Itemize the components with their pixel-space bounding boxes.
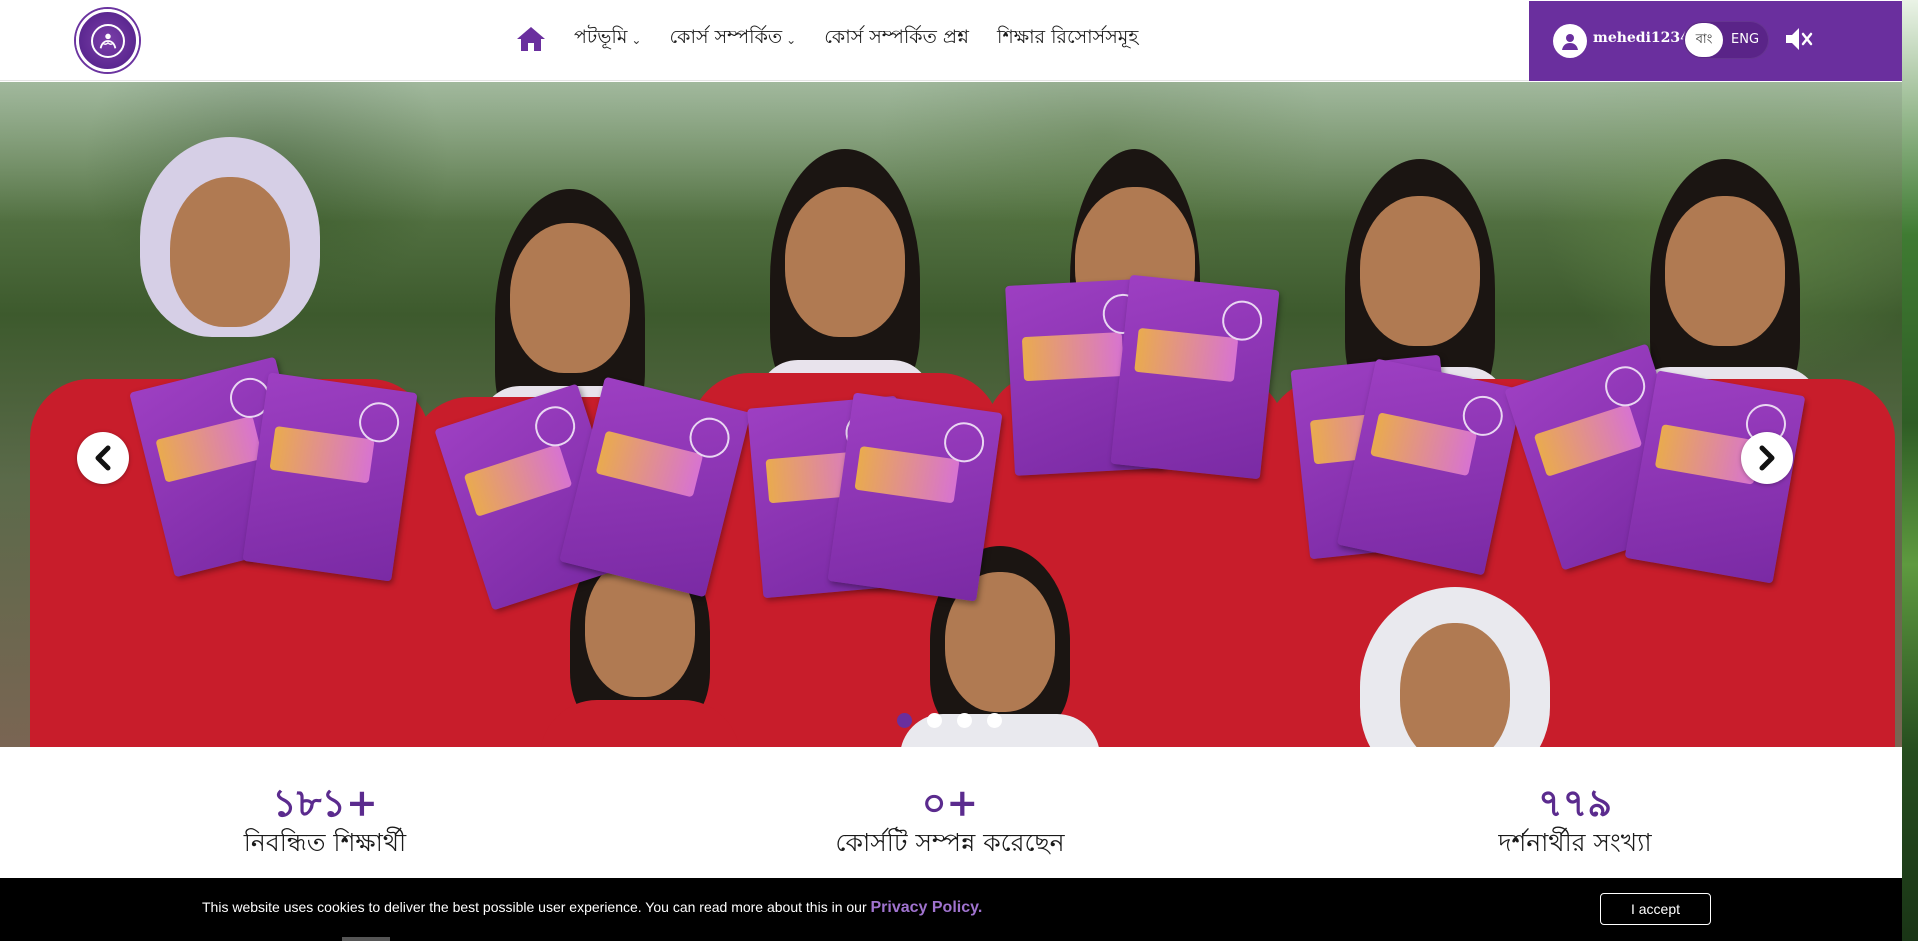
home-icon[interactable] [516, 26, 546, 52]
cookie-consent-bar: This website uses cookies to deliver the… [0, 878, 1902, 941]
nav-item-label: কোর্স সম্পর্কিত প্রশ্ন [824, 26, 970, 48]
privacy-policy-link[interactable]: Privacy Policy. [871, 899, 983, 916]
nav-item-label: পটভূমি [574, 26, 628, 48]
nutrition-badge-icon [90, 23, 125, 58]
nav-item-about-course[interactable]: কোর্স সম্পর্কিত ⌄ [669, 23, 796, 55]
site-logo[interactable] [76, 9, 139, 72]
cookie-text: This website uses cookies to deliver the… [202, 899, 871, 915]
carousel-dot-3[interactable] [957, 713, 972, 728]
carousel-indicators [897, 713, 1002, 728]
carousel-dot-4[interactable] [987, 713, 1002, 728]
user-panel: mehedi1234 বাং ENG [1529, 1, 1902, 81]
main-nav: পটভূমি ⌄ কোর্স সম্পর্কিত ⌄ কোর্স সম্পর্ক… [516, 0, 1138, 78]
nav-item-label: শিক্ষার রিসোর্সসমূহ [997, 26, 1139, 48]
carousel-prev-button[interactable] [77, 432, 129, 484]
stats-section: ১৮১+ নিবন্ধিত শিক্ষার্থী ০+ কোর্সটি সম্প… [0, 747, 1902, 877]
horizontal-scroll-thumb[interactable] [342, 937, 390, 941]
page-edge-background [1902, 0, 1918, 941]
carousel-dot-2[interactable] [927, 713, 942, 728]
nav-item-background[interactable]: পটভূমি ⌄ [574, 23, 641, 55]
stat-number: ৭৭৯ [1537, 780, 1613, 825]
nav-item-learning-resources[interactable]: শিক্ষার রিসোর্সসমূহ [997, 23, 1138, 55]
chevron-right-icon [1759, 445, 1775, 471]
lang-english-option[interactable]: ENG [1731, 21, 1759, 59]
stat-label: দর্শনার্থীর সংখ্যা [1498, 828, 1652, 857]
stat-number: ০+ [921, 780, 979, 825]
carousel-next-button[interactable] [1741, 432, 1793, 484]
cookie-message: This website uses cookies to deliver the… [202, 899, 982, 917]
lang-bangla-option[interactable]: বাং [1685, 23, 1723, 57]
nav-item-label: কোর্স সম্পর্কিত [669, 26, 783, 48]
stat-label: কোর্সটি সম্পন্ন করেছেন [835, 828, 1065, 857]
language-toggle[interactable]: বাং ENG [1683, 21, 1769, 59]
chevron-down-icon: ⌄ [786, 33, 797, 47]
chevron-down-icon: ⌄ [631, 33, 642, 47]
chevron-left-icon [95, 445, 111, 471]
stat-course-completed: ০+ কোর্সটি সম্পন্ন করেছেন [740, 781, 1160, 861]
cookie-accept-button[interactable]: I accept [1600, 893, 1711, 925]
stat-registered-learners: ১৮১+ নিবন্ধিত শিক্ষার্থী [115, 781, 535, 861]
stat-visitor-count: ৭৭৯ দর্শনার্থীর সংখ্যা [1365, 781, 1785, 861]
carousel-dot-1[interactable] [897, 713, 912, 728]
stat-label: নিবন্ধিত শিক্ষার্থী [243, 828, 407, 857]
user-name[interactable]: mehedi1234 [1593, 30, 1690, 46]
nav-item-course-faq[interactable]: কোর্স সম্পর্কিত প্রশ্ন [824, 23, 969, 55]
speaker-mute-icon[interactable] [1784, 25, 1818, 55]
stat-number: ১৮১+ [272, 780, 378, 825]
hero-carousel [0, 82, 1902, 747]
site-header: পটভূমি ⌄ কোর্স সম্পর্কিত ⌄ কোর্স সম্পর্ক… [0, 0, 1902, 81]
user-avatar-icon[interactable] [1553, 24, 1587, 58]
